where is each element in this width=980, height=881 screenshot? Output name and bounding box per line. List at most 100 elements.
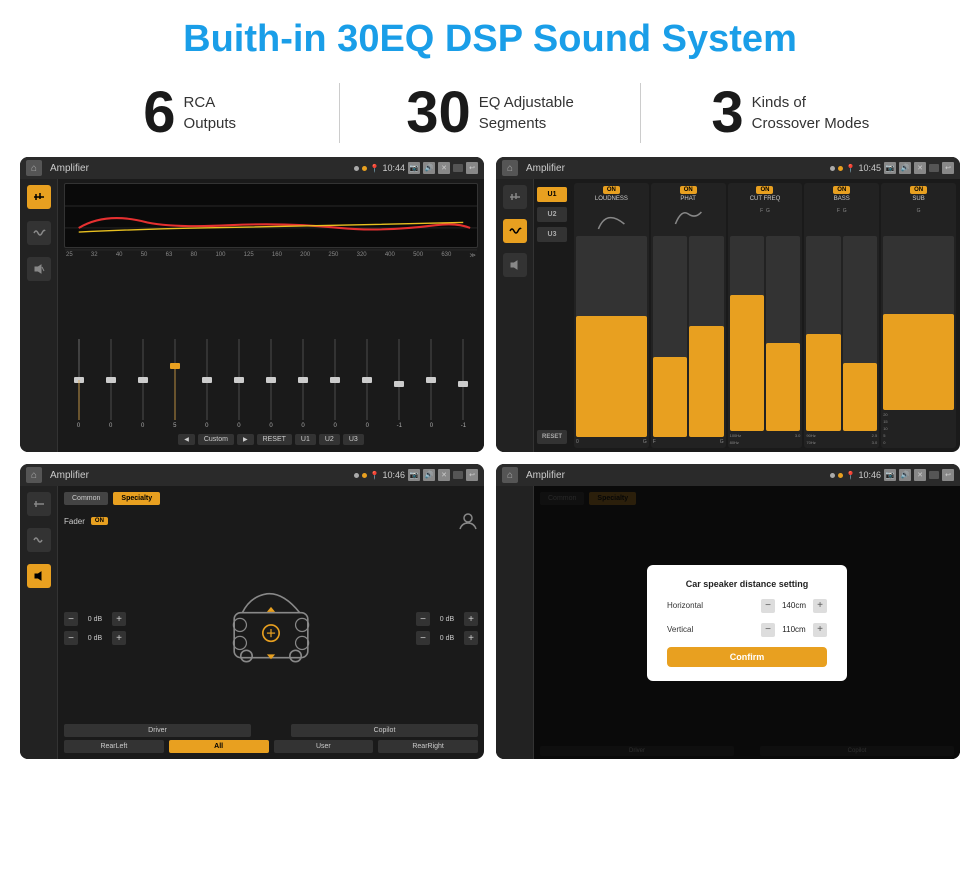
fader-minus-3[interactable]: − — [416, 612, 430, 626]
fader-btn-all[interactable]: All — [169, 740, 269, 753]
eq-slider-2[interactable]: 0 — [96, 339, 125, 429]
fader-x-icon[interactable]: ✕ — [438, 469, 450, 481]
cross-on-phat[interactable]: ON — [680, 186, 697, 194]
dialog-horizontal-plus[interactable]: + — [813, 599, 827, 613]
eq-slider-8[interactable]: 0 — [289, 339, 318, 429]
fader-btn-user[interactable]: User — [274, 740, 374, 753]
eq-slider-9[interactable]: 0 — [321, 339, 350, 429]
fader-time: 10:46 — [382, 470, 405, 480]
cross-reset-btn[interactable]: RESET — [537, 430, 567, 444]
cross-home-icon[interactable] — [502, 160, 518, 176]
cross-back-icon[interactable]: ↩ — [942, 162, 954, 174]
dialog-home-icon[interactable] — [502, 467, 518, 483]
fader-minus-1[interactable]: − — [64, 612, 78, 626]
dialog-vertical-plus[interactable]: + — [813, 623, 827, 637]
cross-title-bass: BASS — [834, 196, 850, 202]
eq-back-icon[interactable]: ↩ — [466, 162, 478, 174]
cross-slider-sub[interactable] — [883, 236, 954, 410]
eq-slider-7[interactable]: 0 — [256, 339, 285, 429]
eq-slider-5[interactable]: 0 — [192, 339, 221, 429]
eq-rect-icon — [453, 164, 463, 172]
eq-home-icon[interactable] — [26, 160, 42, 176]
fader-sb-vol-icon[interactable] — [27, 564, 51, 588]
fader-btn-driver[interactable]: Driver — [64, 724, 251, 737]
fader-tab-specialty[interactable]: Specialty — [113, 492, 160, 505]
cross-slider-cutfreq[interactable] — [730, 236, 801, 431]
fader-sidebar — [20, 486, 58, 759]
dialog-x-icon[interactable]: ✕ — [914, 469, 926, 481]
fader-on-badge[interactable]: ON — [91, 517, 108, 525]
eq-reset-btn[interactable]: RESET — [257, 434, 292, 445]
fader-plus-3[interactable]: + — [464, 612, 478, 626]
fader-db-val-2: 0 dB — [81, 635, 109, 642]
eq-slider-10[interactable]: 0 — [353, 339, 382, 429]
cross-on-loudness[interactable]: ON — [603, 186, 620, 194]
fader-plus-1[interactable]: + — [112, 612, 126, 626]
cross-sb-wave-icon[interactable] — [503, 219, 527, 243]
fader-bottom: Driver Copilot — [64, 724, 478, 737]
cross-sb-eq-icon[interactable] — [503, 185, 527, 209]
fader-btn-rearright[interactable]: RearRight — [378, 740, 478, 753]
cross-x-icon[interactable]: ✕ — [914, 162, 926, 174]
eq-play-btn[interactable]: ▶ — [237, 434, 254, 445]
fader-btn-rearleft[interactable]: RearLeft — [64, 740, 164, 753]
cross-slider-bass[interactable] — [806, 236, 877, 431]
cross-title: Amplifier — [526, 163, 826, 174]
fader-dot2 — [362, 473, 367, 478]
eq-u2-btn[interactable]: U2 — [319, 434, 340, 445]
fader-sb-eq-icon[interactable] — [27, 492, 51, 516]
fader-plus-4[interactable]: + — [464, 631, 478, 645]
dialog-content: Common Specialty Car speaker distance se… — [496, 486, 960, 759]
eq-slider-4[interactable]: 5 — [160, 339, 189, 429]
cross-title-sub: SUB — [912, 196, 924, 202]
dialog-confirm-button[interactable]: Confirm — [667, 647, 827, 667]
cross-title-loudness: LOUDNESS — [595, 196, 628, 202]
dialog-rect-icon — [929, 471, 939, 479]
eq-sidebar-vol-icon[interactable] — [27, 257, 51, 281]
dialog-status-right: 📍 10:46 📷 🔊 ✕ ↩ — [830, 469, 955, 481]
eq-pin-icon: 📍 — [370, 164, 380, 173]
cross-u3-btn[interactable]: U3 — [537, 227, 567, 242]
cross-slider-loudness[interactable] — [576, 236, 647, 437]
eq-u1-btn[interactable]: U1 — [295, 434, 316, 445]
eq-slider-13[interactable]: -1 — [449, 339, 478, 429]
eq-slider-11[interactable]: -1 — [385, 339, 414, 429]
cross-ch-sub: ON SUB G 20 15 10 — [881, 183, 956, 448]
fader-plus-2[interactable]: + — [112, 631, 126, 645]
fader-tab-common[interactable]: Common — [64, 492, 108, 505]
dialog-vertical-label: Vertical — [667, 625, 757, 634]
eq-slider-6[interactable]: 0 — [224, 339, 253, 429]
eq-prev-btn[interactable]: ◀ — [178, 434, 195, 445]
dialog-vertical-minus[interactable]: − — [761, 623, 775, 637]
dialog-horizontal-minus[interactable]: − — [761, 599, 775, 613]
cross-slider-phat[interactable] — [653, 236, 724, 437]
fader-minus-4[interactable]: − — [416, 631, 430, 645]
eq-screen-container: Amplifier 📍 10:44 📷 🔊 ✕ ↩ — [20, 157, 484, 452]
cross-on-bass[interactable]: ON — [833, 186, 850, 194]
eq-sidebar-eq-icon[interactable] — [27, 185, 51, 209]
cross-on-sub[interactable]: ON — [910, 186, 927, 194]
cross-ch-bass: ON BASS F G 90Hz 2.5 70Hz — [804, 183, 879, 448]
fader-minus-2[interactable]: − — [64, 631, 78, 645]
fader-sb-wave-icon[interactable] — [27, 528, 51, 552]
cross-u2-btn[interactable]: U2 — [537, 207, 567, 222]
eq-slider-3[interactable]: 0 — [128, 339, 157, 429]
fader-btn-copilot[interactable]: Copilot — [291, 724, 478, 737]
eq-custom-btn[interactable]: Custom — [198, 434, 234, 445]
cross-curve-loudness — [576, 204, 647, 234]
fader-back-icon[interactable]: ↩ — [466, 469, 478, 481]
cross-on-cutfreq[interactable]: ON — [756, 186, 773, 194]
cross-title-phat: PHAT — [680, 196, 696, 202]
cross-u1-btn[interactable]: U1 — [537, 187, 567, 202]
eq-slider-1[interactable]: 0 — [64, 339, 93, 429]
eq-sliders: 0 0 0 — [64, 262, 478, 431]
cross-sb-vol-icon[interactable] — [503, 253, 527, 277]
fader-rect-icon — [453, 471, 463, 479]
dialog-back-icon[interactable]: ↩ — [942, 469, 954, 481]
eq-slider-12[interactable]: 0 — [417, 339, 446, 429]
eq-sidebar-wave-icon[interactable] — [27, 221, 51, 245]
eq-x-icon[interactable]: ✕ — [438, 162, 450, 174]
stat-divider-2 — [640, 83, 641, 143]
eq-u3-btn[interactable]: U3 — [343, 434, 364, 445]
fader-home-icon[interactable] — [26, 467, 42, 483]
